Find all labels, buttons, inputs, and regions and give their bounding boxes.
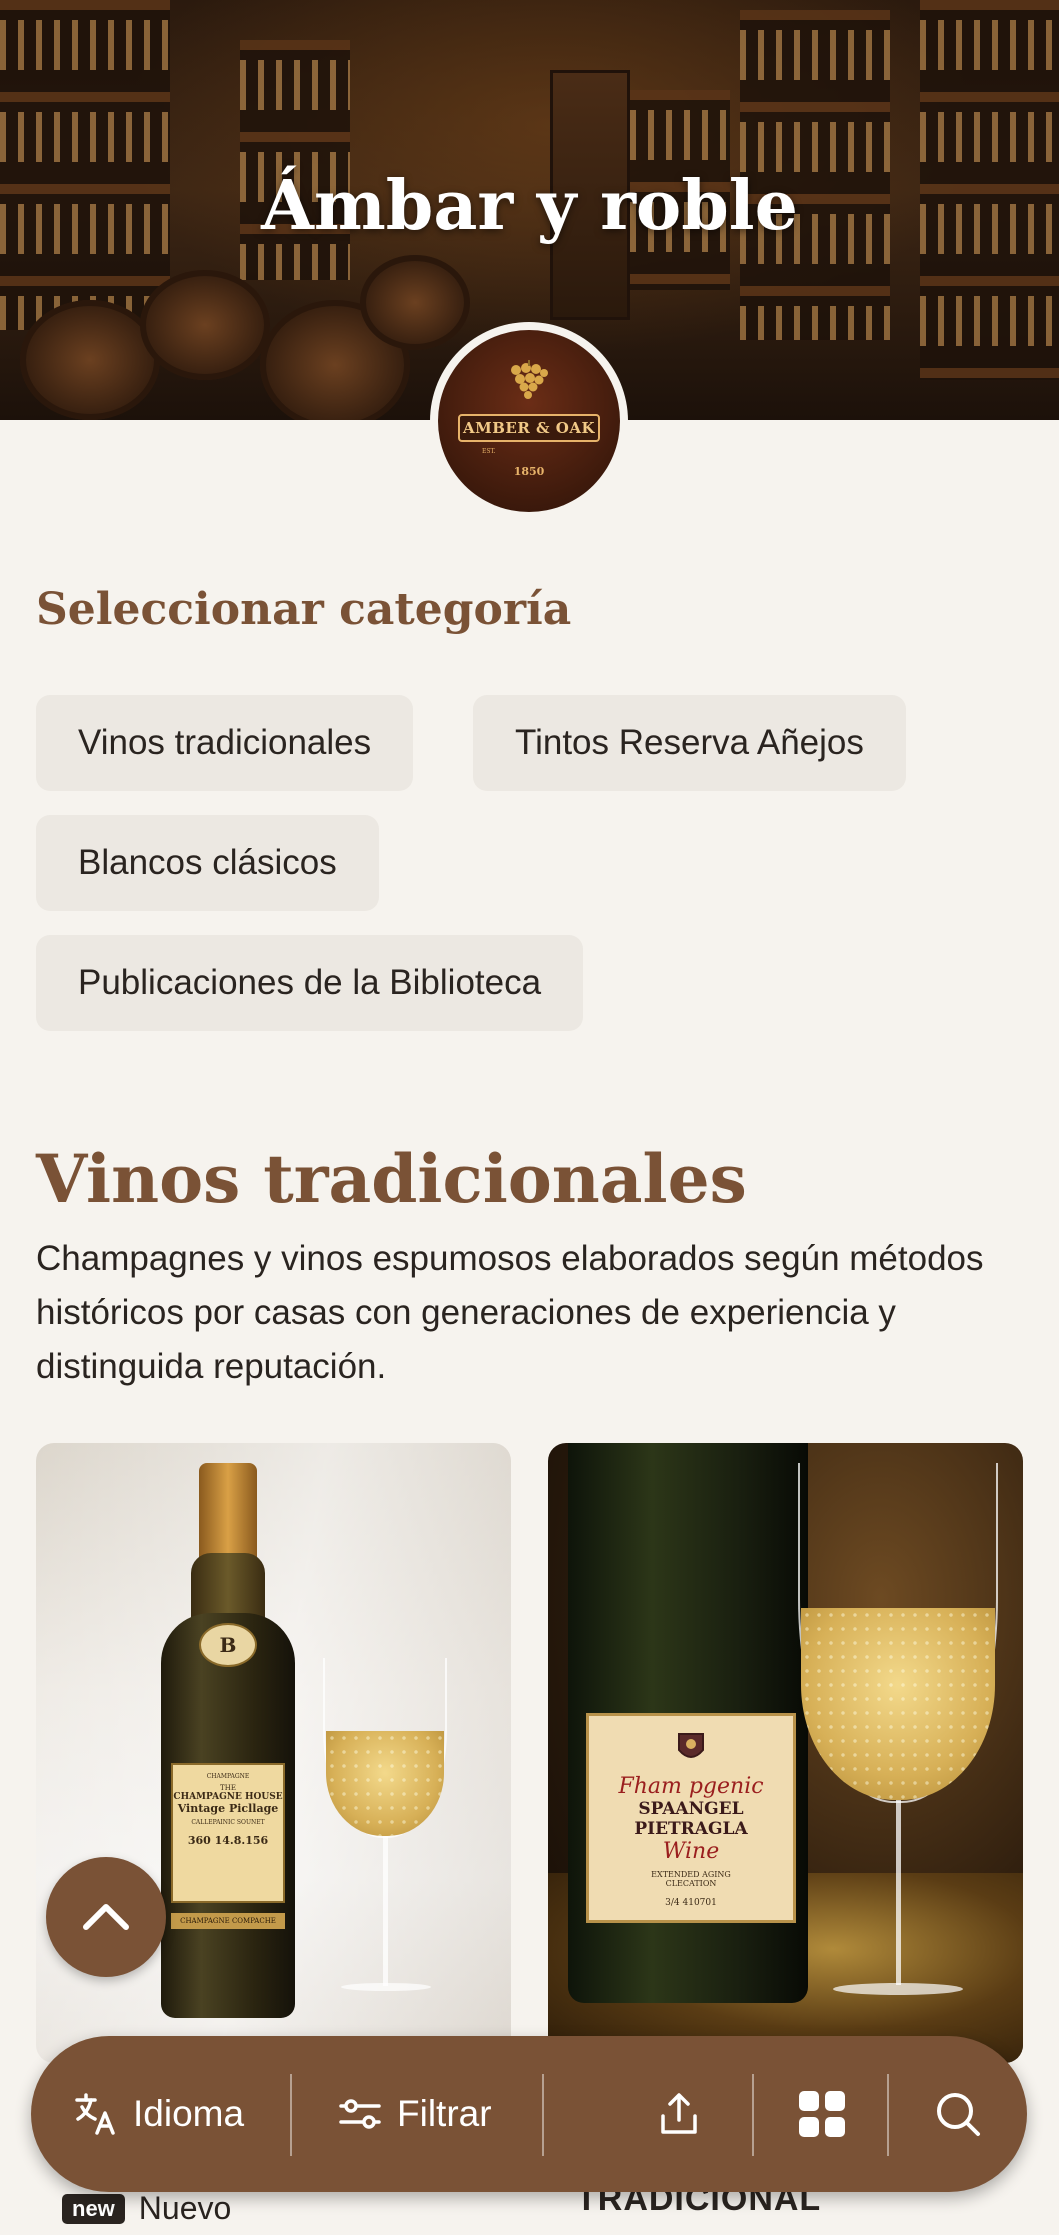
brand-logo: AMBER & OAK EST. 1850 — [430, 322, 628, 520]
bottle-label-line: CLECATION — [665, 1879, 717, 1888]
category-chip-publicaciones[interactable]: Publicaciones de la Biblioteca — [36, 935, 584, 1031]
bottle-seal-badge: B — [199, 1623, 257, 1667]
bottle-label-line: 3/4 410701 — [665, 1898, 717, 1908]
grid-icon — [799, 2091, 845, 2137]
bottle-label-line: Fham pgenic — [618, 1774, 764, 1799]
toolbar-divider — [290, 2074, 292, 2156]
barrel — [140, 270, 270, 380]
toolbar-divider — [752, 2074, 754, 2156]
product-card[interactable]: Fham pgenic SPAANGEL PIETRAGLA Wine EXTE… — [548, 1443, 1023, 2063]
bottom-toolbar: Idioma Filtrar — [31, 2036, 1027, 2192]
filter-button[interactable]: Filtrar — [337, 2036, 492, 2192]
bottle-bottom-band: CHAMPAGNE COMPACHE — [171, 1913, 285, 1929]
category-chip-blancos-clasicos[interactable]: Blancos clásicos — [36, 815, 379, 911]
share-icon — [661, 2093, 697, 2134]
bottle-label-line: Vintage Picllage — [177, 1802, 279, 1815]
glass-stem — [383, 1836, 388, 1986]
bottle-label-line: 360 14.8.156 — [187, 1834, 269, 1847]
bottle-label-line: Wine — [662, 1839, 720, 1864]
product-badge-row: new Nuevo — [62, 2190, 231, 2227]
bottle-label-line: CALLEPAINIC SOUNET — [191, 1819, 265, 1826]
filter-icon — [339, 2099, 381, 2129]
wine-shelf — [0, 0, 170, 330]
filter-label: Filtrar — [397, 2093, 492, 2134]
barrel — [360, 255, 470, 350]
share-button[interactable] — [655, 2036, 703, 2192]
glass-foot — [341, 1983, 431, 1991]
bottle-label-line: CHAMPAGNE — [206, 1773, 250, 1780]
category-chip-label: Publicaciones de la Biblioteca — [78, 963, 542, 1002]
category-chip-label: Tintos Reserva Añejos — [515, 723, 864, 762]
search-button[interactable] — [933, 2036, 983, 2192]
category-chip-tintos-reserva[interactable]: Tintos Reserva Añejos — [473, 695, 906, 791]
logo-banner-text: AMBER & OAK — [458, 414, 600, 442]
category-chip-label: Blancos clásicos — [78, 843, 337, 882]
new-badge: new — [62, 2193, 125, 2224]
category-chip-label: Vinos tradicionales — [78, 723, 372, 762]
chevron-up-icon — [83, 1904, 129, 1930]
logo-est-text: EST. — [482, 448, 496, 455]
category-chip-vinos-tradicionales[interactable]: Vinos tradicionales — [36, 695, 414, 791]
new-badge-label: Nuevo — [138, 2190, 232, 2226]
search-icon — [937, 2093, 980, 2136]
toolbar-divider — [887, 2074, 889, 2156]
bottle-label-line: EXTENDED AGING — [651, 1870, 731, 1879]
crest-icon — [678, 1733, 704, 1758]
barrel — [20, 300, 160, 420]
bottle-label-line: CHAMPAGNE HOUSE — [173, 1792, 283, 1802]
page-title: Ámbar y roble — [261, 166, 798, 246]
bottle-label-line: SPAANGEL PIETRAGLA — [634, 1799, 748, 1839]
bottle-foil — [199, 1463, 257, 1563]
logo-year: 1850 — [513, 465, 545, 478]
language-label: Idioma — [133, 2093, 245, 2134]
champagne-bottle: B CHAMPAGNE THE CHAMPAGNE HOUSE Vintage … — [161, 1613, 295, 2018]
grapes-icon — [511, 360, 548, 399]
toolbar-divider — [542, 2074, 544, 2156]
language-button[interactable]: Idioma — [73, 2036, 244, 2192]
section-title: Vinos tradicionales — [36, 1140, 747, 1218]
bottle-label-line: THE — [220, 1784, 236, 1792]
glass-foot — [833, 1983, 963, 1995]
champagne-bottle: Fham pgenic SPAANGEL PIETRAGLA Wine EXTE… — [568, 1443, 808, 2003]
bottle-label: Fham pgenic SPAANGEL PIETRAGLA Wine EXTE… — [586, 1713, 796, 1923]
glass-stem — [896, 1800, 901, 1985]
sparkling-wine — [801, 1608, 995, 1800]
scroll-to-top-button[interactable] — [46, 1857, 166, 1977]
category-heading: Seleccionar categoría — [36, 584, 572, 635]
section-description: Champagnes y vinos espumosos elaborados … — [36, 1239, 984, 1386]
translate-icon — [75, 2093, 115, 2135]
grid-view-button[interactable] — [797, 2036, 847, 2192]
bottle-label: CHAMPAGNE THE CHAMPAGNE HOUSE Vintage Pi… — [171, 1763, 285, 1903]
